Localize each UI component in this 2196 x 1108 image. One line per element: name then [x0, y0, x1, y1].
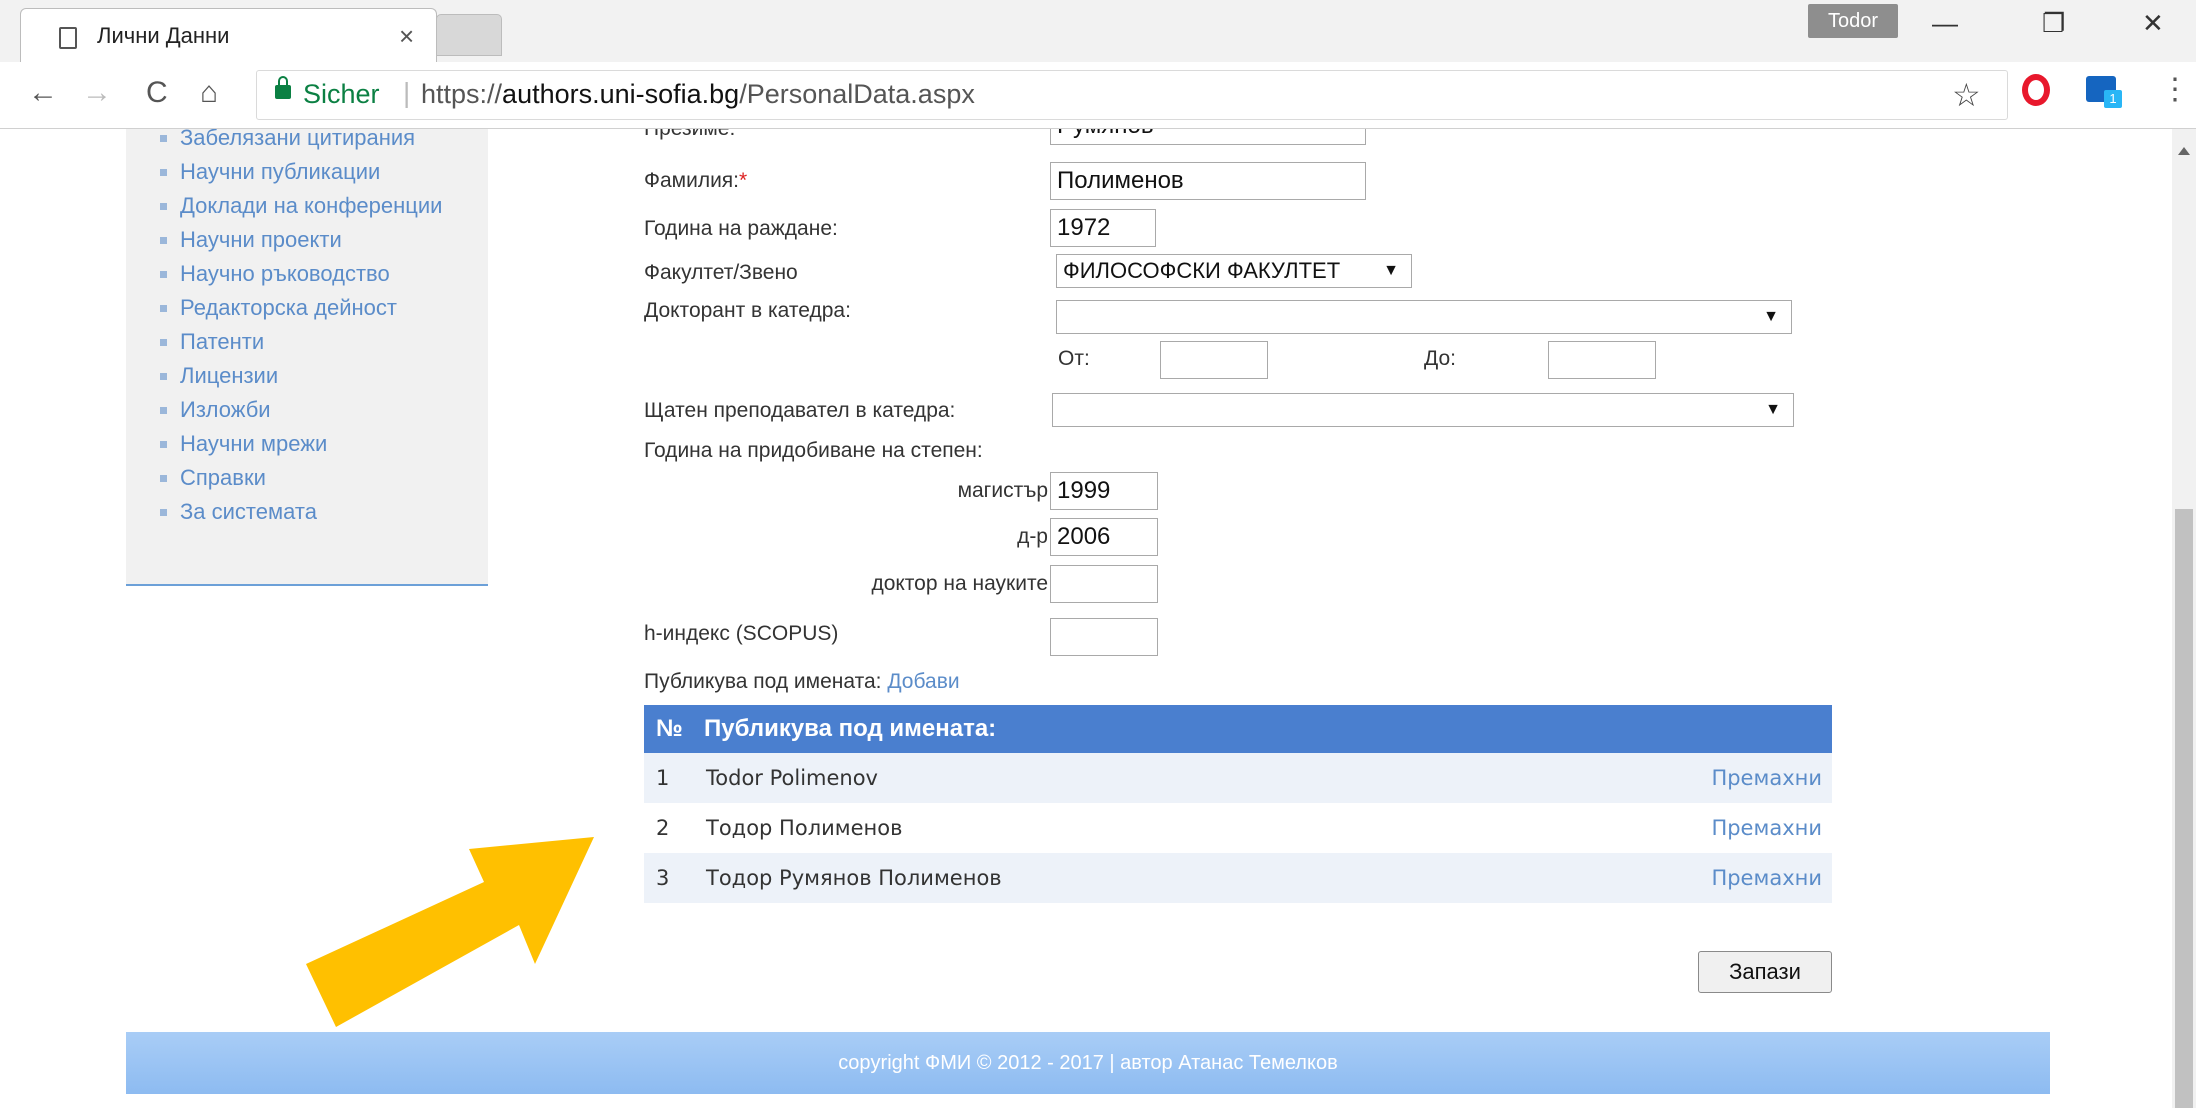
dropdown-arrow-icon: ▼: [1383, 262, 1399, 279]
dsc-year-field[interactable]: [1050, 565, 1158, 603]
forward-icon[interactable]: →: [82, 76, 112, 110]
table-row: 2 Тодор Полименов Премахни: [644, 803, 1832, 853]
degree-year-label: Година на придобиване на степен:: [644, 439, 983, 462]
sidebar-item-projects[interactable]: Научни проекти: [160, 223, 488, 257]
doctorant-label: Докторант в катедра:: [644, 299, 851, 322]
hindex-field[interactable]: [1050, 618, 1158, 656]
birth-year-label: Година на раждане:: [644, 217, 838, 240]
sidebar-item-editorial[interactable]: Редакторска дейност: [160, 291, 488, 325]
sidebar-item-citations[interactable]: Забелязани цитирания: [160, 129, 488, 155]
sidebar-item-networks[interactable]: Научни мрежи: [160, 427, 488, 461]
tab-close-icon[interactable]: ×: [399, 21, 414, 52]
sidebar-item-patents[interactable]: Патенти: [160, 325, 488, 359]
remove-link[interactable]: Премахни: [1711, 753, 1822, 803]
remove-link[interactable]: Премахни: [1711, 803, 1822, 853]
url-text: https://authors.uni-sofia.bg/PersonalDat…: [421, 79, 975, 109]
tab-title: Лични Данни: [97, 23, 230, 48]
bookmark-star-icon[interactable]: ☆: [1952, 76, 1981, 114]
master-year-field[interactable]: 1999: [1050, 472, 1158, 510]
table-header: № Публикува под имената:: [644, 705, 1832, 753]
col-name-header: Публикува под имената:: [704, 715, 997, 742]
browser-menu-icon[interactable]: ⋮: [2160, 72, 2190, 107]
url-separator: |: [403, 77, 411, 108]
new-tab-button[interactable]: [436, 14, 502, 56]
address-bar[interactable]: Sicher | https://authors.uni-sofia.bg/Pe…: [256, 70, 2008, 120]
restore-icon[interactable]: ❐: [2042, 8, 2065, 39]
middle-name-field[interactable]: Румянов: [1050, 129, 1366, 145]
to-field[interactable]: [1548, 341, 1656, 379]
browser-toolbar: ← → C ⌂ Sicher | https://authors.uni-sof…: [0, 62, 2196, 129]
middle-name-label: Презиме:: [644, 129, 735, 141]
publishing-names-table: № Публикува под имената: 1 Todor Polimen…: [644, 705, 1832, 903]
sidebar-item-exhibitions[interactable]: Изложби: [160, 393, 488, 427]
page-viewport: Забелязани цитирания Научни публикации Д…: [0, 129, 2172, 1108]
security-label: Sicher: [303, 79, 380, 109]
remove-link[interactable]: Премахни: [1711, 853, 1822, 903]
doctorant-select[interactable]: ▼: [1056, 300, 1792, 334]
mail-badge: 1: [2104, 90, 2122, 108]
home-icon[interactable]: ⌂: [200, 76, 218, 110]
dropdown-arrow-icon: ▼: [1763, 308, 1779, 325]
faculty-select[interactable]: ФИЛОСОФСКИ ФАКУЛТЕТ ▼: [1056, 254, 1412, 288]
dsc-label: доктор на науките: [871, 572, 1048, 595]
staff-select[interactable]: ▼: [1052, 393, 1794, 427]
tab-strip: Лични Данни × Todor — ❐ ✕: [0, 0, 2196, 63]
last-name-label: Фамилия:*: [644, 169, 748, 192]
opera-extension-icon[interactable]: [2022, 74, 2050, 106]
last-name-field[interactable]: Полименов: [1050, 162, 1366, 200]
profile-button[interactable]: Todor: [1808, 4, 1898, 38]
to-label: До:: [1424, 347, 1456, 370]
faculty-label: Факултет/Звено: [644, 261, 798, 284]
staff-label: Щатен преподавател в катедра:: [644, 399, 956, 422]
from-label: От:: [1058, 347, 1090, 370]
scroll-up-icon[interactable]: [2178, 147, 2190, 155]
sidebar-item-supervision[interactable]: Научно ръководство: [160, 257, 488, 291]
master-label: магистър: [957, 479, 1048, 502]
close-window-icon[interactable]: ✕: [2142, 8, 2164, 39]
sidebar-item-conferences[interactable]: Доклади на конференции: [160, 189, 488, 223]
sidebar-menu: Забелязани цитирания Научни публикации Д…: [126, 129, 488, 586]
save-button[interactable]: Запази: [1698, 951, 1832, 993]
mail-extension-icon[interactable]: 1: [2086, 76, 2122, 108]
sidebar-item-reports[interactable]: Справки: [160, 461, 488, 495]
sidebar-item-about[interactable]: За системата: [160, 495, 488, 529]
arrow-shape: [306, 837, 594, 1027]
from-field[interactable]: [1160, 341, 1268, 379]
vertical-scrollbar[interactable]: [2172, 129, 2196, 1108]
publishes-under-label: Публикува под имената: Добави: [644, 670, 960, 693]
document-icon: [59, 27, 77, 49]
highlight-arrow-icon: [306, 837, 594, 1027]
sidebar-item-licenses[interactable]: Лицензии: [160, 359, 488, 393]
scroll-thumb[interactable]: [2175, 509, 2193, 1108]
sidebar-item-publications[interactable]: Научни публикации: [160, 155, 488, 189]
back-icon[interactable]: ←: [28, 76, 58, 110]
hindex-label: h-индекс (SCOPUS): [644, 622, 839, 645]
phd-year-field[interactable]: 2006: [1050, 518, 1158, 556]
birth-year-field[interactable]: 1972: [1050, 209, 1156, 247]
table-row: 3 Тодор Румянов Полименов Премахни: [644, 853, 1832, 903]
tab-personal-data[interactable]: Лични Данни ×: [20, 8, 437, 63]
lock-icon: [275, 76, 291, 99]
add-name-link[interactable]: Добави: [887, 670, 959, 693]
phd-label: д-р: [1017, 525, 1048, 548]
col-num-header: №: [656, 715, 683, 742]
dropdown-arrow-icon: ▼: [1765, 401, 1781, 418]
minimize-icon[interactable]: —: [1932, 8, 1958, 39]
reload-icon[interactable]: C: [146, 76, 168, 110]
table-row: 1 Todor Polimenov Премахни: [644, 753, 1832, 803]
